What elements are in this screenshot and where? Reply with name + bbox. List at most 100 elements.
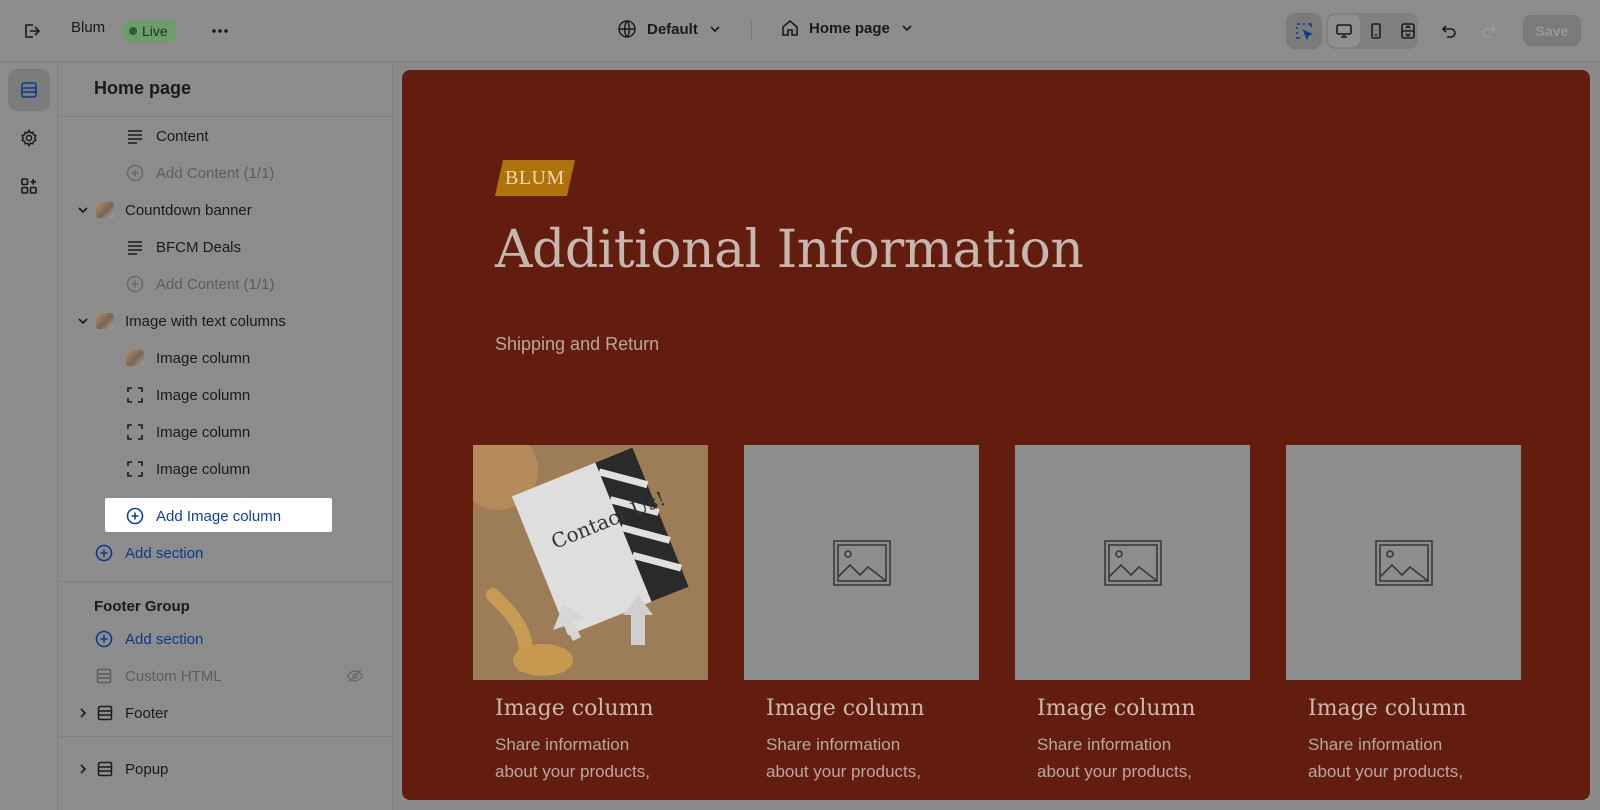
exit-icon[interactable] bbox=[15, 15, 47, 47]
image-column-card[interactable]: Image column Share information about you… bbox=[744, 445, 979, 785]
add-content-button[interactable]: Add Content (1/1) bbox=[59, 266, 393, 302]
sidebar-block-content[interactable]: Content bbox=[59, 118, 393, 154]
sidebar-item-label: Custom HTML bbox=[125, 667, 222, 685]
plus-circle-icon bbox=[94, 543, 114, 563]
sidebar-section-custom-html[interactable]: Custom HTML bbox=[59, 658, 393, 694]
sidebar-item-label: BFCM Deals bbox=[156, 238, 242, 256]
sidebar-item-label: Countdown banner bbox=[125, 201, 252, 219]
image-placeholder-icon bbox=[832, 539, 891, 586]
card-body: Share information about your products, bbox=[1308, 735, 1463, 781]
rail-settings-button[interactable] bbox=[8, 117, 50, 159]
sidebar-item-label: Image column bbox=[156, 460, 251, 478]
expand-icon bbox=[1401, 23, 1415, 39]
undo-button[interactable] bbox=[1433, 15, 1465, 47]
sidebar-item-label: Add Content (1/1) bbox=[156, 275, 275, 293]
logo-text: BLUM bbox=[505, 167, 565, 189]
section-subheading: Shipping and Return bbox=[495, 334, 660, 354]
divider bbox=[59, 581, 393, 582]
divider bbox=[751, 21, 752, 41]
image-placeholder-icon bbox=[1103, 539, 1162, 586]
theme-selector[interactable]: Default bbox=[617, 19, 722, 39]
sidebar-item-label: Image column bbox=[156, 349, 251, 367]
section-layout-icon bbox=[95, 759, 115, 779]
divider bbox=[59, 116, 393, 117]
store-preview[interactable]: BLUM Additional Information Shipping and… bbox=[402, 70, 1590, 800]
section-heading: Additional Information bbox=[495, 220, 1084, 280]
sections-sidebar: Home page Content Add Content (1/1) Coun… bbox=[59, 62, 393, 810]
image-placeholder-icon bbox=[125, 459, 145, 479]
sidebar-block-bfcm-deals[interactable]: BFCM Deals bbox=[59, 229, 393, 265]
contact-photo: Contact Us! bbox=[473, 445, 708, 680]
live-label: Live bbox=[142, 23, 168, 39]
more-icon[interactable] bbox=[204, 15, 236, 47]
inspector-toggle-button[interactable] bbox=[1286, 13, 1322, 49]
rail-apps-button[interactable] bbox=[8, 165, 50, 207]
chevron-down-icon[interactable] bbox=[75, 202, 91, 218]
desktop-view-button[interactable] bbox=[1328, 15, 1360, 47]
image-placeholder bbox=[744, 445, 979, 680]
section-layout-icon bbox=[95, 703, 115, 723]
sidebar-item-label: Add Image column bbox=[156, 507, 282, 525]
text-lines-icon bbox=[125, 126, 145, 146]
add-image-column-button[interactable]: Add Image column bbox=[59, 498, 393, 534]
sidebar-item-label: Image with text columns bbox=[125, 312, 286, 330]
redo-icon bbox=[1482, 25, 1497, 38]
text-lines-icon bbox=[125, 237, 145, 257]
sidebar-block-image-column[interactable]: Image column bbox=[59, 340, 393, 376]
gear-icon bbox=[21, 129, 37, 147]
save-button[interactable]: Save bbox=[1523, 15, 1581, 46]
image-column-card[interactable]: Contact Us! Image column Share informati… bbox=[473, 445, 708, 785]
sidebar-block-image-column[interactable]: Image column bbox=[59, 451, 393, 487]
chevron-down-icon[interactable] bbox=[75, 313, 91, 329]
left-rail bbox=[0, 62, 58, 810]
sidebar-section-countdown-banner[interactable]: Countdown banner bbox=[59, 192, 393, 228]
sidebar-section-footer[interactable]: Footer bbox=[59, 695, 393, 731]
select-cursor-icon bbox=[1296, 23, 1314, 41]
sidebar-section-image-with-text-columns[interactable]: Image with text columns bbox=[59, 303, 393, 339]
add-section-button[interactable]: Add section bbox=[59, 535, 393, 571]
sidebar-block-image-column[interactable]: Image column bbox=[59, 377, 393, 413]
card-title: Image column bbox=[495, 696, 654, 721]
image-column-card[interactable]: Image column Share information about you… bbox=[1286, 445, 1521, 785]
sidebar-item-label: Content bbox=[156, 127, 209, 145]
image-placeholder-icon bbox=[125, 385, 145, 405]
image-placeholder-icon bbox=[1374, 539, 1433, 586]
page-label: Home page bbox=[809, 19, 890, 37]
undo-icon bbox=[1441, 25, 1456, 38]
live-dot-icon bbox=[129, 27, 137, 35]
sidebar-item-label: Add section bbox=[125, 630, 204, 648]
eye-off-icon[interactable] bbox=[345, 666, 365, 686]
fullscreen-view-button[interactable] bbox=[1392, 15, 1424, 47]
mobile-view-button[interactable] bbox=[1360, 15, 1392, 47]
redo-button[interactable] bbox=[1473, 15, 1505, 47]
plus-circle-icon bbox=[125, 274, 145, 294]
globe-icon bbox=[618, 20, 636, 38]
rail-sections-button[interactable] bbox=[8, 69, 50, 111]
add-content-button[interactable]: Add Content (1/1) bbox=[59, 155, 393, 191]
image-placeholder-icon bbox=[125, 422, 145, 442]
card-title: Image column bbox=[1037, 696, 1196, 721]
card-title: Image column bbox=[766, 696, 925, 721]
image-thumbnail-icon bbox=[95, 200, 115, 220]
plus-circle-icon bbox=[94, 629, 114, 649]
card-body: Share information about your products, bbox=[1037, 735, 1192, 781]
image-thumbnail-icon bbox=[125, 348, 145, 368]
sidebar-item-label: Footer bbox=[125, 704, 169, 722]
theme-label: Default bbox=[647, 20, 698, 38]
desktop-icon bbox=[1336, 24, 1352, 38]
live-badge: Live bbox=[122, 20, 177, 42]
sidebar-section-popup[interactable]: Popup bbox=[59, 751, 393, 787]
top-bar: Blum Live Default Home page Save bbox=[0, 0, 1600, 62]
footer-add-section-button[interactable]: Add section bbox=[59, 621, 393, 657]
apps-icon bbox=[21, 178, 37, 194]
image-column-card[interactable]: Image column Share information about you… bbox=[1015, 445, 1250, 785]
page-selector[interactable]: Home page bbox=[781, 19, 914, 37]
sidebar-item-label: Popup bbox=[125, 760, 169, 778]
chevron-right-icon[interactable] bbox=[75, 705, 91, 721]
plus-circle-icon bbox=[125, 506, 145, 526]
image-placeholder bbox=[1015, 445, 1250, 680]
plus-circle-icon bbox=[125, 163, 145, 183]
chevron-right-icon[interactable] bbox=[75, 761, 91, 777]
sidebar-item-label: Add section bbox=[125, 544, 204, 562]
sidebar-block-image-column[interactable]: Image column bbox=[59, 414, 393, 450]
